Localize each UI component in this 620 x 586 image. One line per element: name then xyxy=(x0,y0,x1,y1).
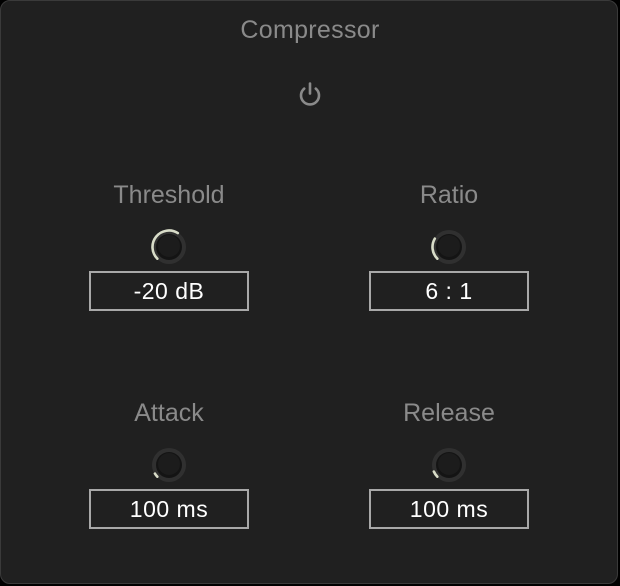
ratio-knob[interactable] xyxy=(429,227,469,267)
ratio-knob-highlight xyxy=(438,235,460,257)
power-icon xyxy=(299,82,321,106)
release-label: Release xyxy=(403,399,495,427)
attack-value-field[interactable]: 100 ms xyxy=(89,489,249,529)
threshold-knob[interactable] xyxy=(149,227,189,267)
attack-knob[interactable] xyxy=(149,445,189,485)
threshold-knob-highlight xyxy=(158,235,180,257)
release-knob[interactable] xyxy=(429,445,469,485)
release-value-field[interactable]: 100 ms xyxy=(369,489,529,529)
ratio-label: Ratio xyxy=(419,181,479,209)
ratio-value-field[interactable]: 6 : 1 xyxy=(369,271,529,311)
attack-knob-highlight xyxy=(158,453,180,475)
compressor-panel: Compressor Threshold -20 dB Ratio 6 : 1 … xyxy=(0,0,618,584)
plugin-title: Compressor xyxy=(240,16,380,44)
attack-label: Attack xyxy=(134,399,204,427)
release-knob-highlight xyxy=(438,453,460,475)
power-button[interactable] xyxy=(295,79,325,109)
threshold-value-field[interactable]: -20 dB xyxy=(89,271,249,311)
threshold-label: Threshold xyxy=(113,181,225,209)
